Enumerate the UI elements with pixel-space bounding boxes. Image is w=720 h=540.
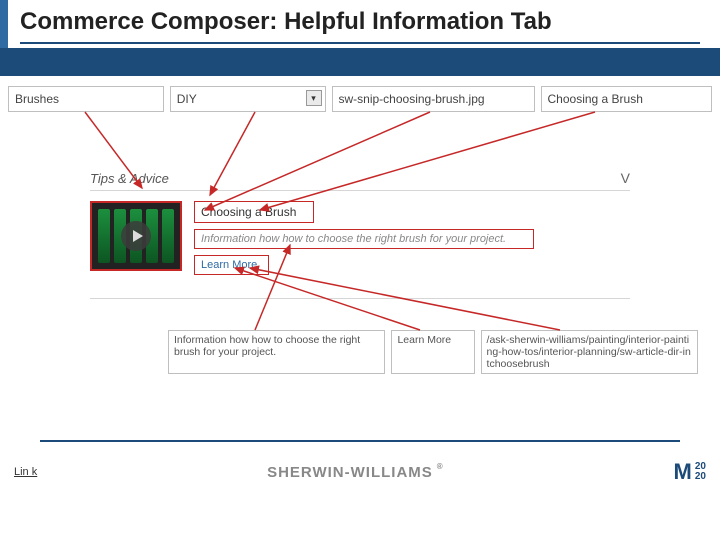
title-underline — [20, 42, 700, 44]
play-icon[interactable] — [121, 221, 151, 251]
field-item-title[interactable]: Choosing a Brush — [541, 86, 713, 112]
card-title: Choosing a Brush — [194, 201, 314, 223]
slide: Commerce Composer: Helpful Information T… — [0, 0, 720, 540]
m2020-logo: M 20 20 — [674, 459, 706, 485]
dropdown-icon[interactable]: ▾ — [306, 90, 322, 106]
card-description: Information how how to choose the right … — [194, 229, 534, 249]
blue-banner — [0, 48, 720, 76]
sherwin-williams-logo: SHERWIN-WILLIAMS® — [267, 464, 444, 481]
card-preview: Tips & Advice V Choosing a Brush Informa… — [90, 170, 630, 275]
page-title: Commerce Composer: Helpful Information T… — [20, 8, 552, 36]
tips-label: Tips & Advice — [90, 171, 169, 186]
field-description[interactable]: Information how how to choose the right … — [168, 330, 385, 374]
field-brushes[interactable]: Brushes — [8, 86, 164, 112]
field-diy[interactable]: DIY ▾ — [170, 86, 326, 112]
chevron-down-icon[interactable]: V — [621, 170, 630, 186]
field-learn-more[interactable]: Learn More — [391, 330, 474, 374]
tips-header: Tips & Advice V — [90, 170, 630, 191]
field-url[interactable]: /ask-sherwin-williams/painting/interior-… — [481, 330, 698, 374]
bottom-fields-row: Information how how to choose the right … — [168, 330, 698, 374]
card: Choosing a Brush Information how how to … — [90, 201, 630, 275]
field-image-name[interactable]: sw-snip-choosing-brush.jpg — [332, 86, 535, 112]
footer-rule — [40, 440, 680, 442]
footer-link[interactable]: Lin k — [14, 466, 37, 478]
field-diy-value: DIY — [177, 92, 197, 106]
card-thumbnail[interactable] — [90, 201, 182, 271]
top-fields-row: Brushes DIY ▾ sw-snip-choosing-brush.jpg… — [8, 86, 712, 112]
divider — [90, 298, 630, 299]
card-learn-more[interactable]: Learn More — [194, 255, 269, 275]
footer: Lin k SHERWIN-WILLIAMS® M 20 20 — [0, 452, 720, 492]
